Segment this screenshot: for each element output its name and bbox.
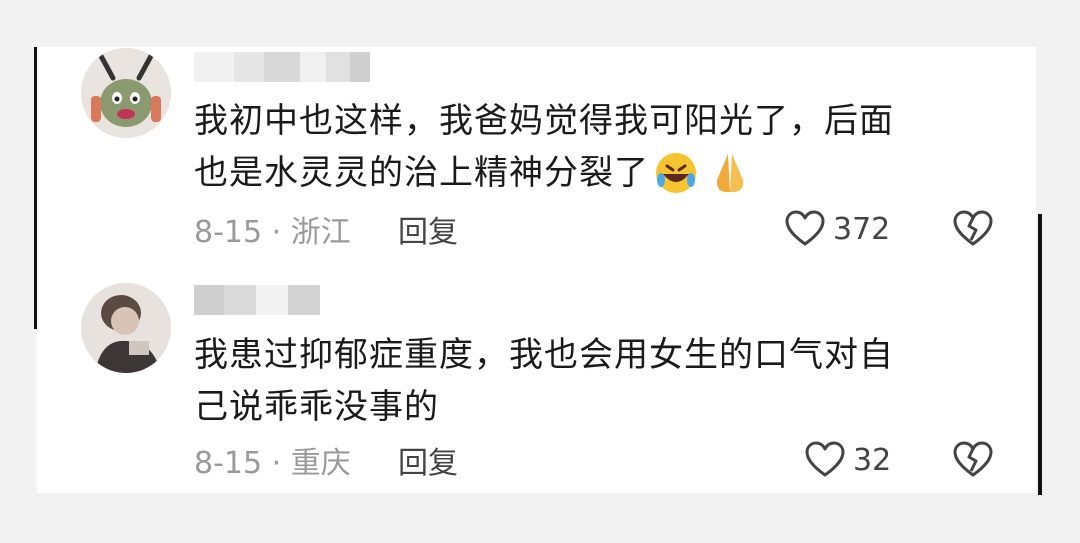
heart-outline-icon	[805, 441, 845, 477]
comment-text: 我初中也这样，我爸妈觉得我可阳光了，后面 也是水灵灵的治上精神分裂了	[194, 95, 994, 199]
praying-hands-emoji	[716, 154, 744, 192]
username-masked[interactable]	[194, 285, 320, 315]
cartoon-avatar-icon	[81, 48, 171, 138]
comment-item: 我初中也这样，我爸妈觉得我可阳光了，后面 也是水灵灵的治上精神分裂了 8-15 …	[37, 47, 1036, 257]
comment-text-line: 我初中也这样，我爸妈觉得我可阳光了，后面	[194, 101, 894, 141]
reply-button[interactable]: 回复	[398, 440, 458, 481]
comment-list: 我初中也这样，我爸妈觉得我可阳光了，后面 也是水灵灵的治上精神分裂了 8-15 …	[37, 47, 1036, 493]
heart-outline-icon	[785, 210, 825, 246]
like-button[interactable]: 372	[785, 209, 890, 249]
broken-heart-icon[interactable]	[953, 209, 993, 249]
avatar[interactable]	[81, 48, 171, 138]
comment-meta: 8-15 · 浙江	[194, 215, 351, 250]
comment-text-line: 我患过抑郁症重度，我也会用女生的口气对自	[194, 335, 894, 375]
reply-button[interactable]: 回复	[398, 209, 458, 250]
username-masked[interactable]	[194, 52, 370, 82]
comment-text-segment: 也是水灵灵的治上精神分裂了	[194, 153, 649, 193]
comment-text-line: 也是水灵灵的治上精神分裂了	[194, 147, 994, 199]
screen-edge-right	[1038, 214, 1042, 495]
like-count: 372	[833, 211, 891, 247]
rolling-on-floor-laughing-emoji	[656, 153, 696, 193]
comment-item: 我患过抑郁症重度，我也会用女生的口气对自 己说乖乖没事的 8-15 · 重庆 回…	[37, 283, 1036, 493]
broken-heart-icon[interactable]	[953, 440, 993, 480]
avatar[interactable]	[81, 283, 171, 373]
like-count: 32	[853, 442, 892, 478]
comment-text-line: 己说乖乖没事的	[194, 387, 439, 427]
portrait-avatar-icon	[81, 283, 171, 373]
comment-text: 我患过抑郁症重度，我也会用女生的口气对自 己说乖乖没事的	[194, 329, 994, 433]
like-button[interactable]: 32	[805, 440, 891, 480]
comment-meta: 8-15 · 重庆	[194, 446, 351, 481]
